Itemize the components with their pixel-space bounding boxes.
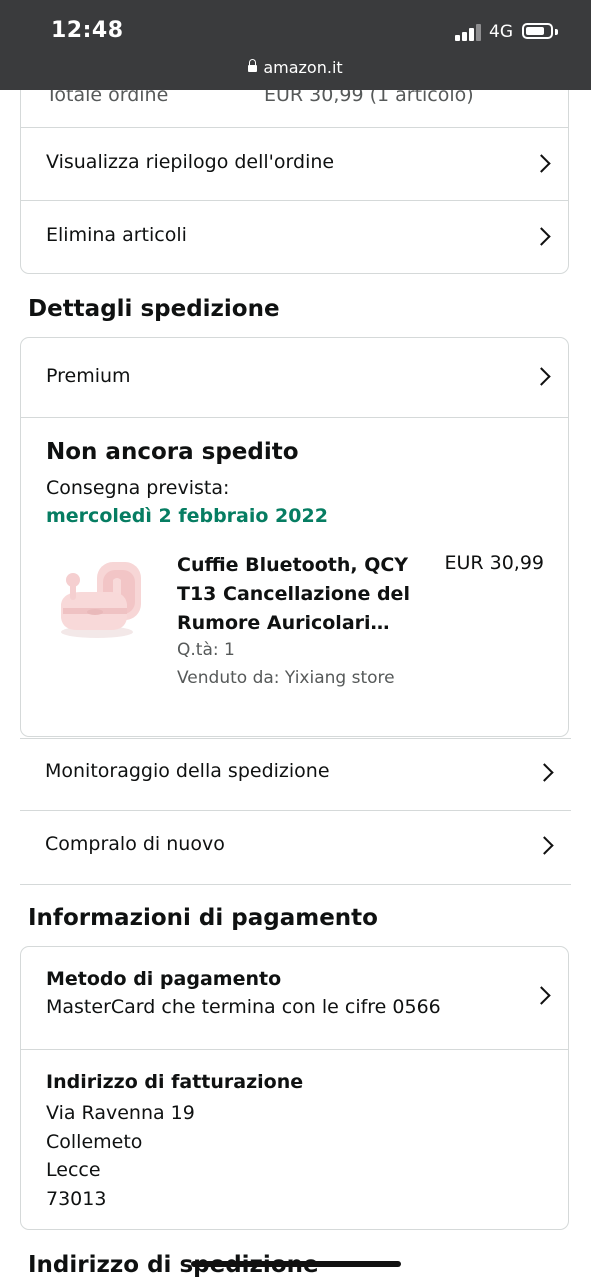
shipping-details-title: Dettagli spedizione: [28, 296, 280, 322]
product-image[interactable]: [51, 552, 147, 648]
network-type: 4G: [489, 22, 513, 42]
buy-again-label: Compralo di nuovo: [45, 833, 225, 855]
chevron-right-icon: [532, 986, 551, 1005]
cellular-signal-icon: [455, 23, 483, 41]
shipping-speed-label: Premium: [46, 365, 131, 387]
payment-method-row[interactable]: Metodo di pagamento MasterCard che termi…: [21, 947, 568, 1049]
billing-address-line: 73013: [46, 1187, 107, 1210]
track-shipment-row[interactable]: Monitoraggio della spedizione: [20, 738, 571, 811]
track-shipment-label: Monitoraggio della spedizione: [45, 760, 330, 782]
billing-address-line: Lecce: [46, 1159, 101, 1181]
chevron-right-icon: [532, 227, 551, 246]
delivery-date: mercoledì 2 febbraio 2022: [46, 505, 328, 527]
delivery-label: Consegna prevista:: [46, 477, 230, 499]
shipping-speed-row[interactable]: Premium: [21, 338, 568, 417]
payment-method-label: Metodo di pagamento: [46, 968, 282, 990]
delete-items-label: Elimina articoli: [46, 224, 187, 246]
home-indicator[interactable]: [191, 1261, 401, 1267]
pink-earbuds-icon: [61, 562, 141, 638]
clock: 12:48: [51, 18, 124, 43]
product-title-line: T13 Cancellazione del: [177, 583, 410, 605]
product-title-line: Rumore Auricolari…: [177, 612, 390, 634]
product-seller: Venduto da: Yixiang store: [177, 668, 395, 688]
chevron-right-icon: [535, 836, 554, 855]
buy-again-row[interactable]: Compralo di nuovo: [20, 810, 571, 885]
battery-icon: [522, 23, 553, 39]
product-title-line: Cuffie Bluetooth, QCY: [177, 554, 409, 576]
product-quantity: Q.tà: 1: [177, 640, 235, 660]
chevron-right-icon: [532, 154, 551, 173]
view-order-summary-row[interactable]: Visualizza riepilogo dell'ordine: [21, 128, 568, 200]
chevron-right-icon: [532, 367, 551, 386]
divider: [21, 417, 568, 418]
chevron-right-icon: [535, 763, 554, 782]
billing-address-label: Indirizzo di fatturazione: [46, 1071, 304, 1093]
shipment-status: Non ancora spedito: [46, 439, 299, 465]
payment-card: Metodo di pagamento MasterCard che termi…: [20, 946, 569, 1230]
billing-address-line: Collemeto: [46, 1130, 143, 1153]
product-price: EUR 30,99: [444, 552, 544, 574]
view-order-summary-label: Visualizza riepilogo dell'ordine: [46, 151, 335, 173]
battery-tip: [555, 29, 558, 35]
payment-method-value: MasterCard che termina con le cifre 0566: [46, 996, 441, 1018]
delete-items-row[interactable]: Elimina articoli: [21, 201, 568, 274]
billing-address-line: Via Ravenna 19: [46, 1102, 195, 1124]
shipping-details-card: Premium Non ancora spedito Consegna prev…: [20, 337, 569, 737]
url-text: amazon.it: [263, 58, 343, 77]
divider: [21, 1049, 568, 1050]
status-bar: 12:48 4G amazon.it: [0, 0, 591, 90]
url-bar[interactable]: amazon.it: [0, 58, 591, 77]
lock-icon: [248, 59, 258, 72]
payment-info-title: Informazioni di pagamento: [28, 905, 378, 931]
product-title[interactable]: Cuffie Bluetooth, QCY T13 Cancellazione …: [177, 551, 417, 638]
billing-address: Via Ravenna 19 Collemeto Lecce 73013: [46, 1099, 195, 1213]
